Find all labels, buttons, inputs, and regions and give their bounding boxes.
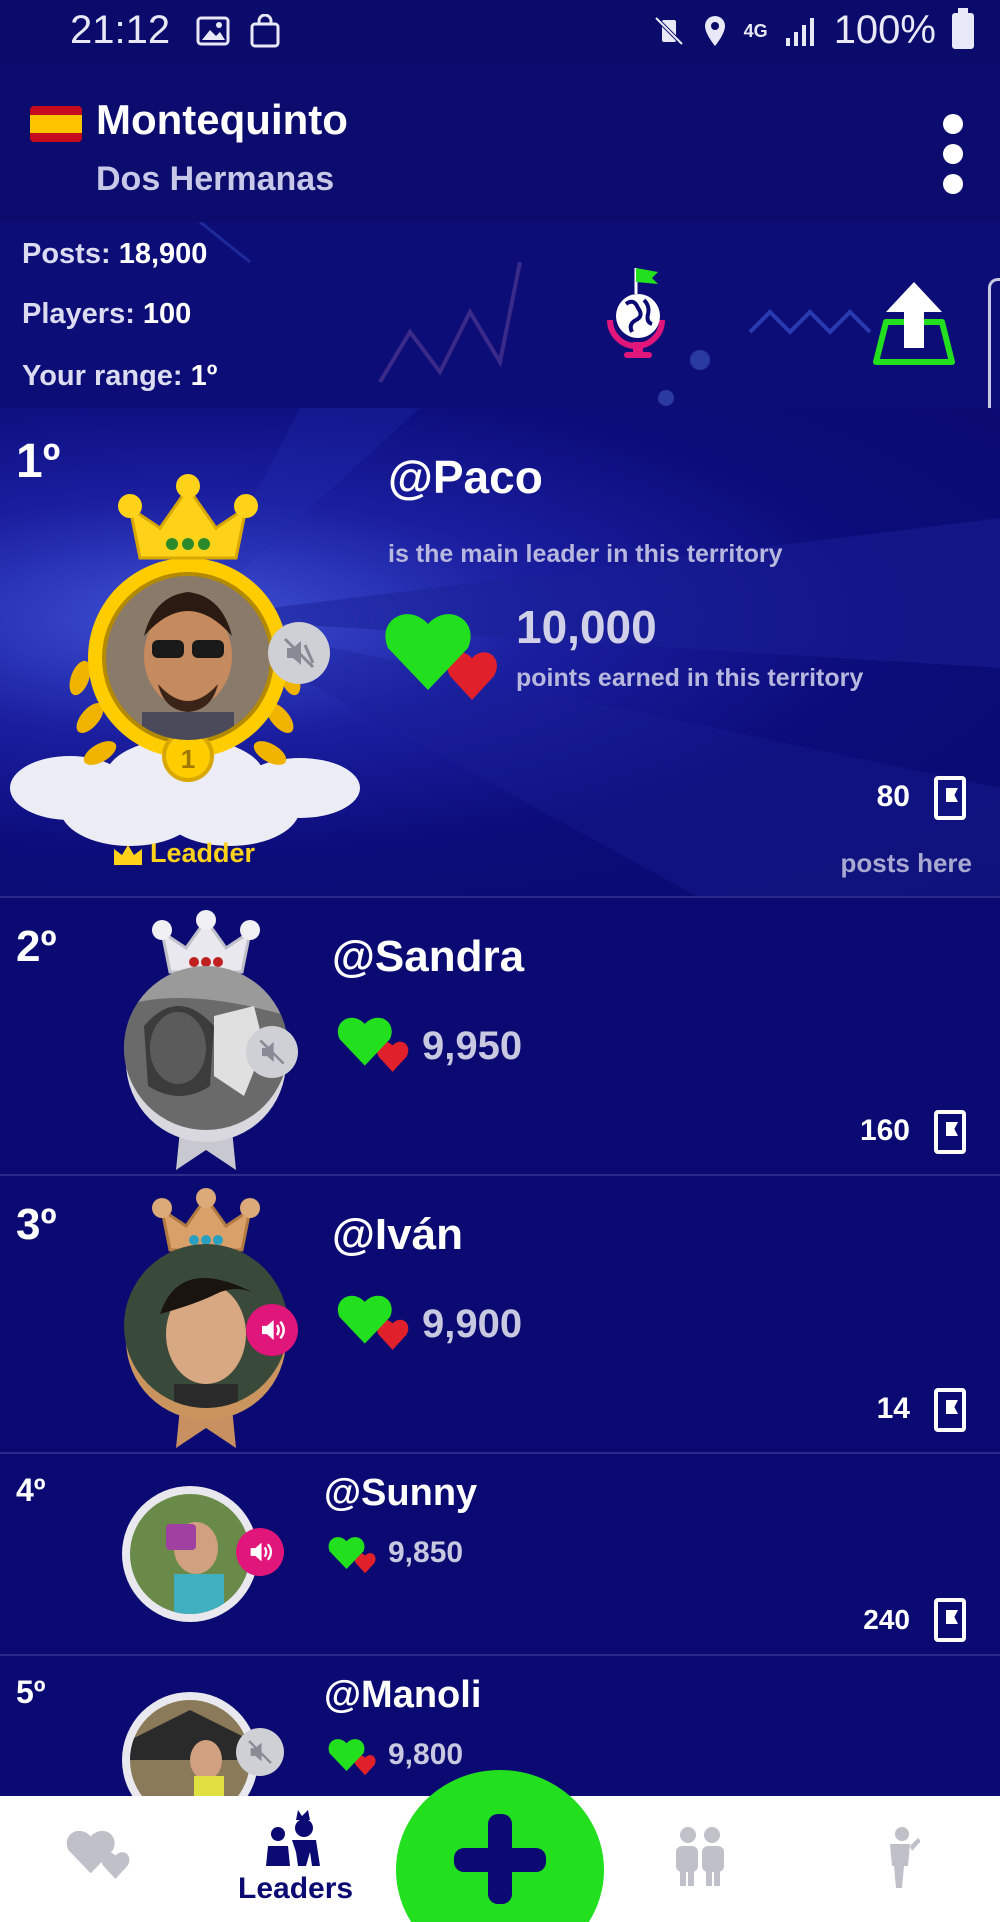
territory-header: Montequinto Dos Hermanas	[0, 66, 1000, 222]
rank-number: 3º	[16, 1200, 57, 1249]
rank-number: 5º	[16, 1674, 46, 1710]
muted-speaker-icon[interactable]	[268, 622, 330, 684]
points: 9,850	[388, 1536, 464, 1569]
username[interactable]: @Iván	[332, 1210, 463, 1260]
nav-leaders-label: Leaders	[238, 1872, 354, 1905]
leaderboard-row[interactable]: 2º @Sandra 9,950 160	[0, 898, 1000, 1176]
leaders-icon	[265, 1810, 320, 1866]
medal-number: 1	[180, 744, 196, 774]
hearts-icon	[337, 1295, 409, 1350]
status-right: 4G 100%	[652, 7, 974, 53]
points: 9,950	[422, 1024, 523, 1068]
nav-hearts[interactable]	[62, 1824, 134, 1888]
rank-number: 4º	[16, 1472, 46, 1508]
leader-points-label: points earned in this territory	[516, 664, 864, 692]
upload-arrow-icon[interactable]	[866, 278, 962, 368]
nav-leaders[interactable]: Leaders	[238, 1806, 353, 1906]
leaderboard-row[interactable]: 4º @Sunny 9,850 240	[0, 1454, 1000, 1656]
hearts-icon	[328, 1537, 376, 1574]
points: 9,900	[422, 1302, 523, 1346]
players-stat: Players: 100	[22, 298, 192, 330]
muted-speaker-icon[interactable]	[236, 1728, 284, 1776]
status-time: 21:12	[70, 8, 171, 52]
leader-badge: Leadder	[112, 838, 255, 869]
leader-badge-label: Leadder	[150, 838, 256, 868]
posts-count: 80	[876, 780, 910, 813]
avatar-photo	[106, 576, 270, 740]
crown-small-icon	[112, 843, 144, 867]
vibrate-mute-icon	[654, 16, 684, 45]
username[interactable]: @Sunny	[324, 1472, 477, 1515]
hearts-nav-icon	[66, 1830, 130, 1880]
your-range-stat: Your range: 1º	[22, 360, 218, 392]
spain-flag-icon	[30, 106, 82, 142]
flag-post-icon	[934, 776, 966, 820]
flag-post-icon	[934, 1598, 966, 1642]
rank-number: 2º	[16, 922, 57, 971]
muted-speaker-icon[interactable]	[246, 1026, 298, 1078]
nav-friends[interactable]	[672, 1826, 728, 1886]
flag-post-icon	[934, 1388, 966, 1432]
shopping-bag-icon	[250, 14, 280, 48]
territory-stats: Posts: 18,900 Players: 100 Your range: 1…	[0, 222, 1000, 408]
points: 9,800	[388, 1738, 464, 1771]
hearts-icon	[337, 1017, 409, 1072]
leader-card[interactable]: 1º 1 @Paco is the main leader in this te…	[0, 408, 1000, 898]
more-options-icon[interactable]	[938, 114, 968, 210]
hearts-icon	[328, 1739, 376, 1776]
hearts-icon	[385, 614, 497, 700]
gallery-icon	[196, 16, 230, 46]
posts-stat: Posts: 18,900	[22, 238, 208, 270]
leader-username[interactable]: @Paco	[388, 450, 543, 504]
speaker-icon[interactable]	[246, 1304, 298, 1356]
location-icon	[704, 15, 725, 46]
speaker-icon[interactable]	[236, 1528, 284, 1576]
posts-here-label: posts here	[840, 848, 973, 878]
battery-percent: 100%	[833, 8, 936, 52]
posts-count: 14	[876, 1392, 910, 1425]
person-icon	[890, 1827, 920, 1888]
flag-post-icon	[934, 1110, 966, 1154]
posts-count: 160	[859, 1114, 910, 1147]
posts-count: 240	[863, 1604, 910, 1635]
avatar[interactable]	[106, 576, 270, 740]
network-type: 4G	[743, 20, 768, 41]
leader-description: is the main leader in this territory	[388, 540, 783, 568]
nav-profile[interactable]	[880, 1826, 920, 1888]
leader-points: 10,000	[516, 601, 657, 653]
status-bar: 21:12 4G 100%	[0, 0, 1000, 66]
avatar-photo	[130, 1494, 250, 1614]
username[interactable]: @Manoli	[324, 1674, 481, 1717]
avatar[interactable]	[130, 1494, 250, 1614]
leaderboard-row[interactable]: 3º @Iván 9,900 14	[0, 1176, 1000, 1454]
username[interactable]: @Sandra	[332, 932, 524, 982]
battery-icon	[952, 7, 974, 49]
territory-title: Montequinto	[96, 96, 348, 143]
signal-icon	[785, 17, 814, 46]
people-icon	[676, 1827, 724, 1886]
territory-subtitle: Dos Hermanas	[96, 160, 335, 198]
globe-flag-icon[interactable]	[600, 264, 672, 364]
